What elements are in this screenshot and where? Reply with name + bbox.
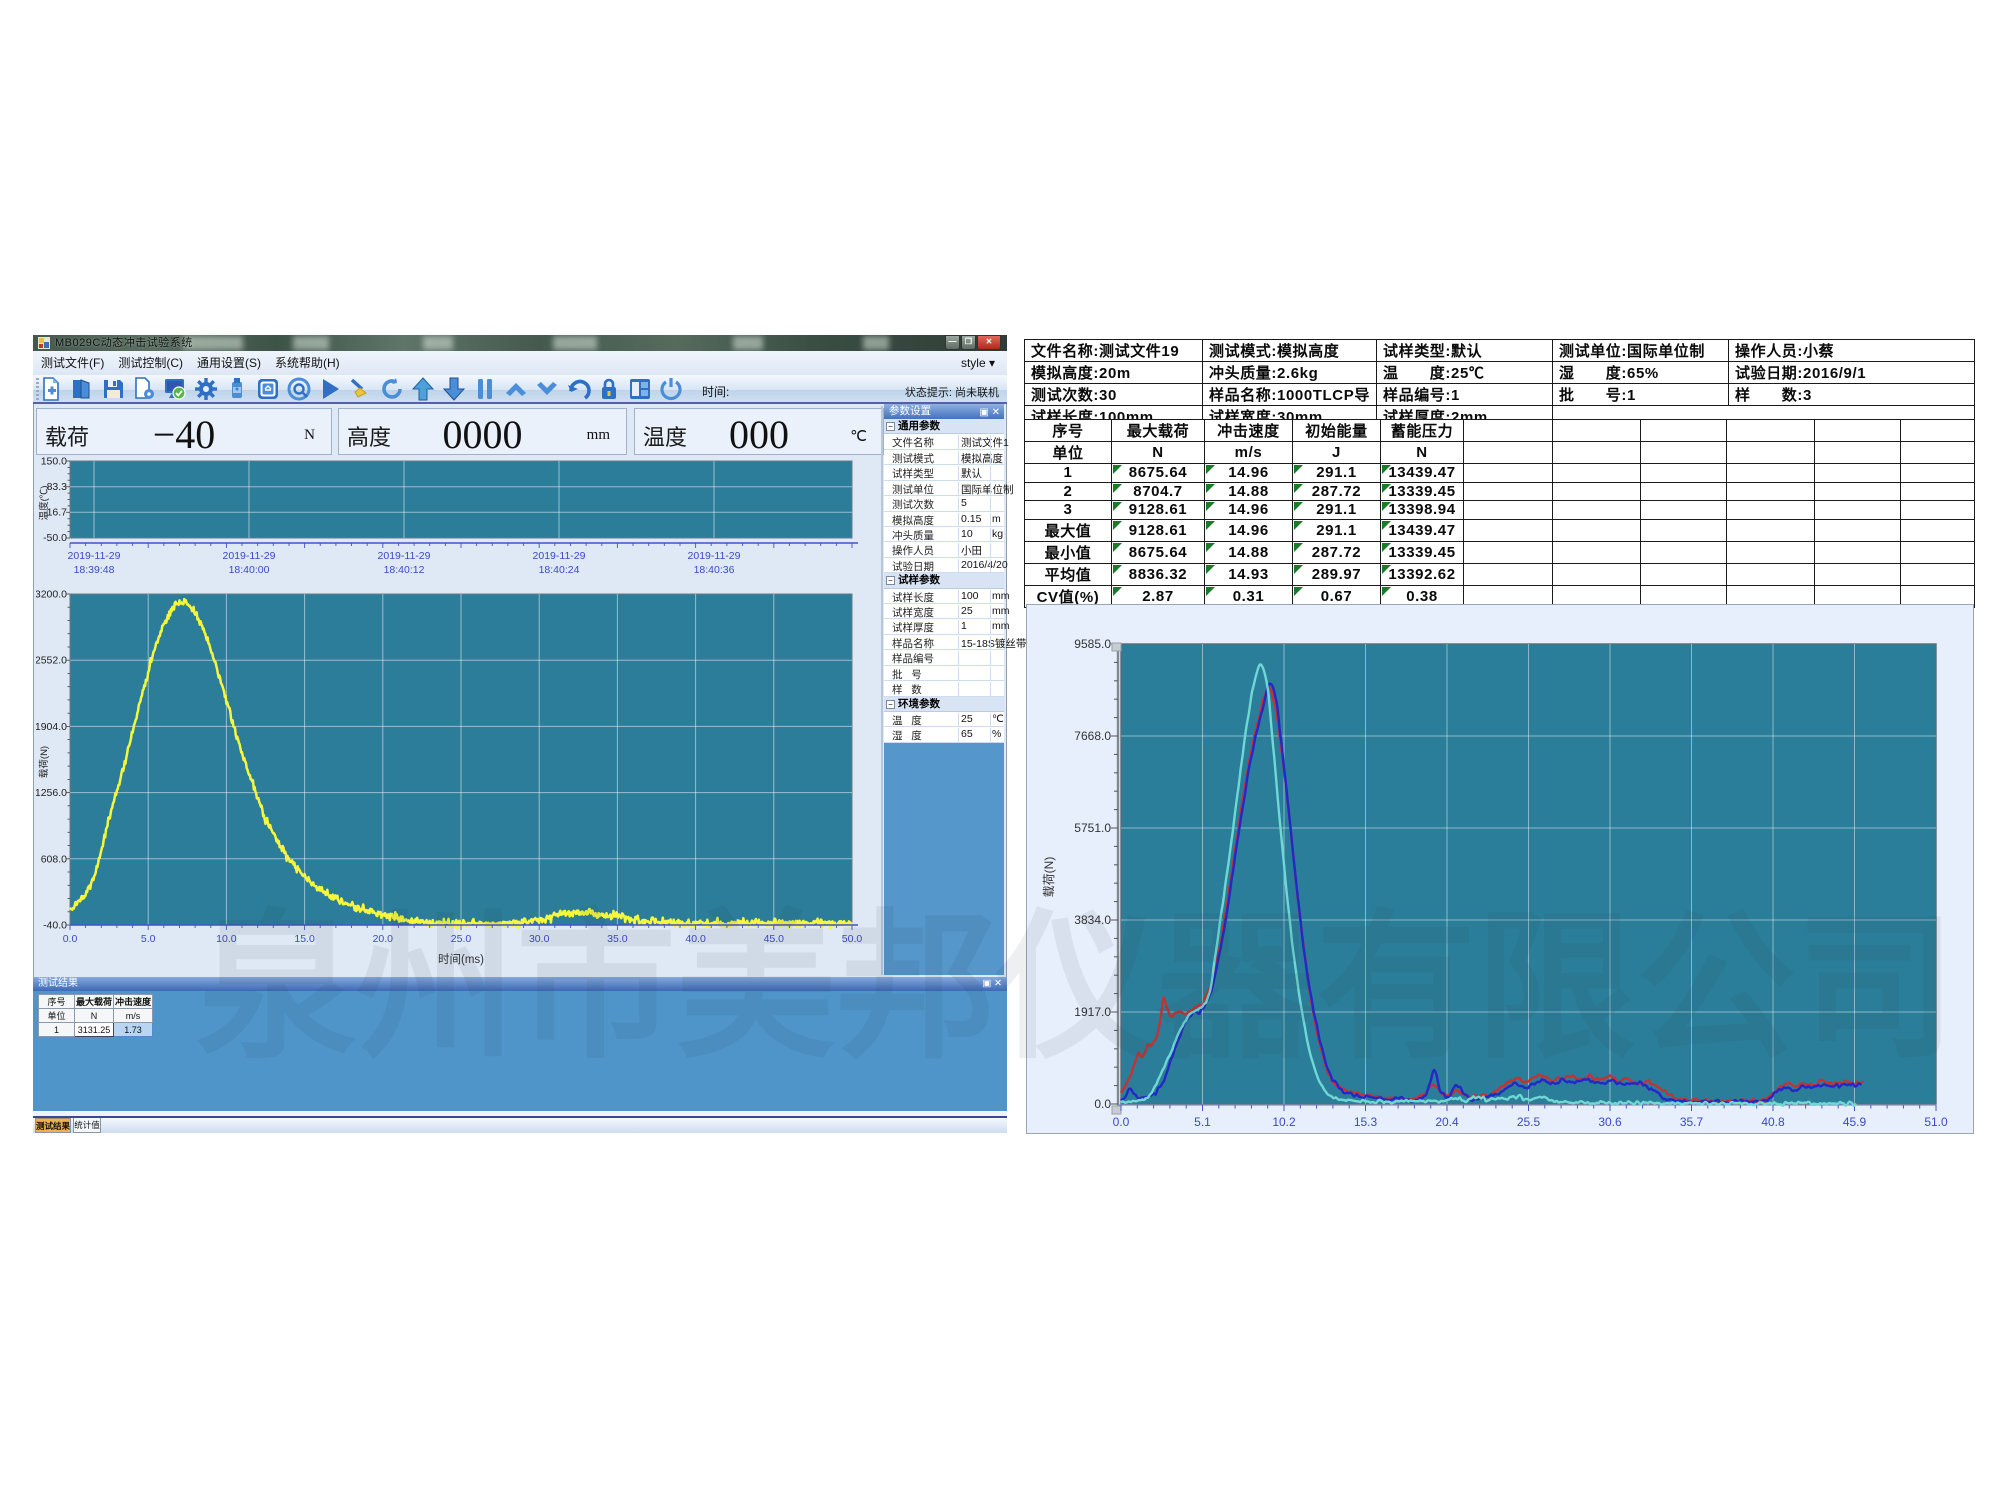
svg-text:0.0: 0.0 [1113, 1115, 1130, 1129]
svg-text:10.2: 10.2 [1272, 1115, 1296, 1129]
svg-text:温度(℃): 温度(℃) [38, 486, 50, 521]
svg-text:18:40:12: 18:40:12 [384, 564, 425, 576]
svg-text:30.6: 30.6 [1598, 1115, 1622, 1129]
svg-text:9585.0: 9585.0 [1074, 637, 1111, 651]
svg-text:2019-11-29: 2019-11-29 [533, 550, 586, 562]
svg-text:51.0: 51.0 [1924, 1115, 1948, 1129]
svg-text:45.9: 45.9 [1843, 1115, 1867, 1129]
svg-text:3200.0: 3200.0 [36, 589, 67, 601]
svg-text:2019-11-29: 2019-11-29 [378, 550, 431, 562]
svg-text:25.5: 25.5 [1517, 1115, 1541, 1129]
svg-text:150.0: 150.0 [41, 456, 67, 468]
svg-text:20.4: 20.4 [1435, 1115, 1459, 1129]
svg-text:1256.0: 1256.0 [36, 787, 67, 799]
svg-text:2019-11-29: 2019-11-29 [68, 550, 121, 562]
svg-text:18:39:48: 18:39:48 [74, 564, 115, 576]
svg-text:0.0: 0.0 [1094, 1097, 1111, 1111]
svg-text:2552.0: 2552.0 [36, 655, 67, 667]
svg-text:15.3: 15.3 [1354, 1115, 1378, 1129]
svg-text:18:40:36: 18:40:36 [694, 564, 735, 576]
svg-text:-50.0: -50.0 [43, 532, 67, 544]
svg-text:40.8: 40.8 [1761, 1115, 1785, 1129]
svg-text:18:40:24: 18:40:24 [539, 564, 580, 576]
svg-text:-40.0: -40.0 [43, 920, 67, 932]
svg-text:1904.0: 1904.0 [36, 721, 67, 733]
svg-text:18:40:00: 18:40:00 [229, 564, 270, 576]
svg-text:2019-11-29: 2019-11-29 [223, 550, 276, 562]
svg-text:5.0: 5.0 [141, 933, 156, 945]
svg-text:5.1: 5.1 [1194, 1115, 1211, 1129]
svg-text:5751.0: 5751.0 [1074, 821, 1111, 835]
svg-text:载荷(N): 载荷(N) [38, 746, 50, 778]
svg-text:35.7: 35.7 [1680, 1115, 1704, 1129]
svg-text:0.0: 0.0 [63, 933, 78, 945]
svg-text:2019-11-29: 2019-11-29 [688, 550, 741, 562]
svg-text:7668.0: 7668.0 [1074, 729, 1111, 743]
svg-text:608.0: 608.0 [41, 853, 67, 865]
